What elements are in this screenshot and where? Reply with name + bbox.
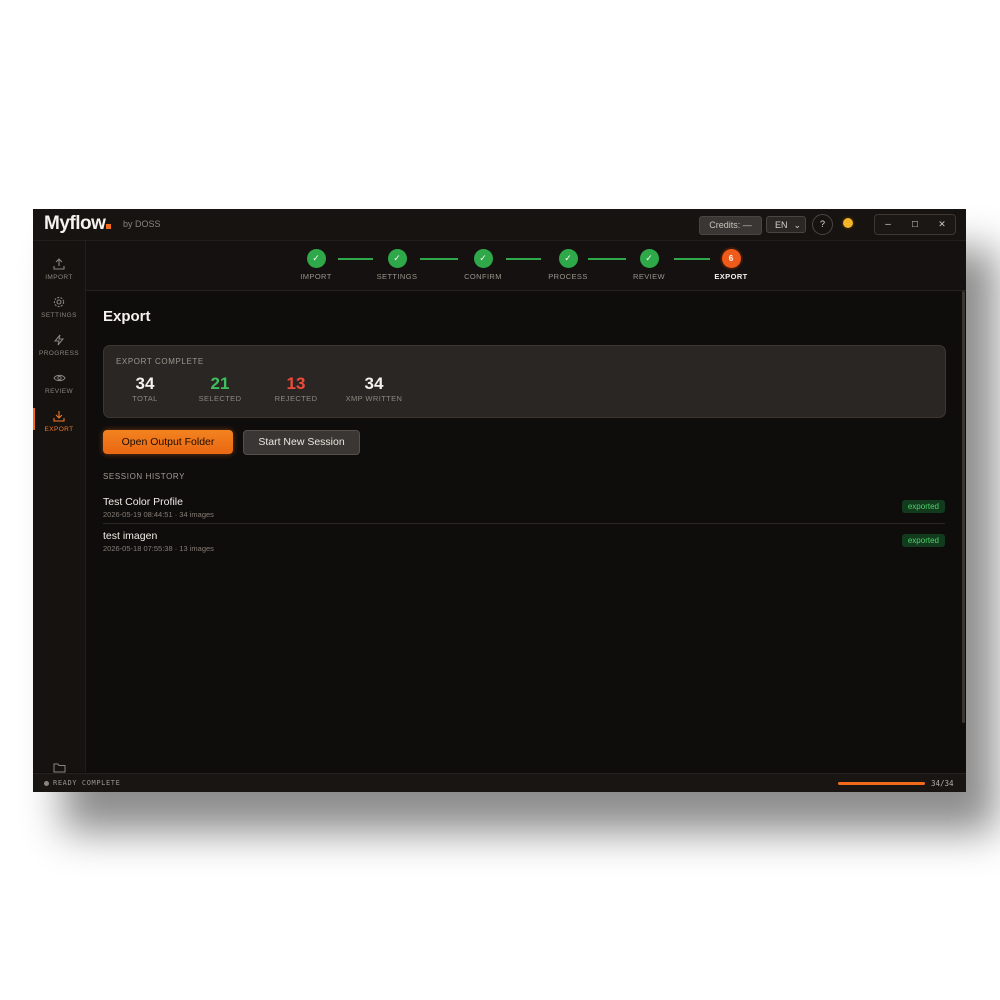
status-badge: exported	[901, 500, 945, 513]
app-byline: by DOSS	[123, 219, 161, 229]
status-dot-icon	[44, 781, 49, 786]
session-meta: 2026-05-19 08:44:51 · 34 images	[103, 510, 214, 519]
session-row[interactable]: Test Color Profile 2026-05-19 08:44:51 ·…	[103, 496, 945, 529]
main-content: Export EXPORT COMPLETE 34 TOTAL 21 SELEC…	[86, 291, 962, 772]
title-bar: Myflow by DOSS Credits: — EN ⌄ ? – ☐ ✕	[33, 209, 966, 241]
sidebar-item-label: IMPORT	[45, 274, 73, 281]
stat-rejected: 13 REJECTED	[266, 374, 326, 403]
app-window: Myflow by DOSS Credits: — EN ⌄ ? – ☐ ✕ IM…	[33, 209, 966, 792]
summary-title: EXPORT COMPLETE	[116, 357, 204, 366]
step-label: PROCESS	[548, 272, 588, 281]
language-value: EN	[775, 220, 788, 230]
sidebar-item-import[interactable]: IMPORT	[33, 258, 85, 281]
bolt-icon	[33, 334, 85, 348]
maximize-button[interactable]: ☐	[902, 215, 928, 234]
stat-value: 21	[210, 374, 230, 393]
stat-value: 34	[364, 374, 384, 393]
eye-icon	[33, 372, 85, 386]
download-icon	[33, 410, 85, 424]
gear-icon	[33, 296, 85, 310]
credits-button[interactable]: Credits: —	[699, 216, 762, 235]
logo-dot	[106, 224, 112, 229]
chevron-down-icon: ⌄	[793, 220, 801, 230]
step-label: EXPORT	[714, 272, 748, 281]
main-scrollbar[interactable]	[962, 291, 965, 723]
sidebar-item-settings[interactable]: SETTINGS	[33, 296, 85, 319]
step-label: CONFIRM	[464, 272, 502, 281]
stat-total: 34 TOTAL	[115, 374, 175, 403]
stat-label: REJECTED	[274, 394, 318, 403]
sidebar-item-progress[interactable]: PROGRESS	[33, 334, 85, 357]
session-name: Test Color Profile	[103, 496, 183, 508]
stat-value: 13	[286, 374, 306, 393]
app-logo: Myflow	[44, 213, 112, 235]
session-name: test imagen	[103, 530, 158, 542]
check-icon: ✓	[639, 249, 659, 268]
language-select[interactable]: EN ⌄	[766, 216, 806, 233]
step-import[interactable]: ✓ IMPORT	[276, 249, 356, 281]
sidebar-item-label: SETTINGS	[41, 312, 77, 319]
workflow-stepper: ✓ IMPORT ✓ SETTINGS ✓ CONFIRM ✓ PROCESS …	[86, 241, 966, 291]
progress-fill	[838, 782, 925, 785]
step-label: REVIEW	[633, 272, 665, 281]
check-icon: ✓	[558, 249, 578, 268]
page-title: Export	[103, 308, 151, 325]
step-label: SETTINGS	[376, 272, 418, 281]
window-controls: – ☐ ✕	[874, 214, 956, 235]
app-name: Myflow	[44, 213, 106, 234]
stat-label: XMP WRITTEN	[345, 394, 403, 403]
start-new-session-button[interactable]: Start New Session	[243, 430, 360, 455]
stat-label: SELECTED	[198, 394, 242, 403]
theme-toggle-sun-icon[interactable]	[843, 218, 853, 228]
step-number: 6	[721, 249, 741, 268]
step-settings[interactable]: ✓ SETTINGS	[357, 249, 437, 281]
progress-count: 34/34	[931, 779, 954, 788]
sidebar-item-export[interactable]: EXPORT	[33, 408, 85, 433]
check-icon: ✓	[387, 249, 407, 268]
session-history-title: SESSION HISTORY	[103, 472, 186, 481]
step-process[interactable]: ✓ PROCESS	[528, 249, 608, 281]
check-icon: ✓	[473, 249, 493, 268]
step-review[interactable]: ✓ REVIEW	[609, 249, 689, 281]
step-label: IMPORT	[300, 272, 332, 281]
close-button[interactable]: ✕	[929, 215, 955, 234]
export-summary-card: EXPORT COMPLETE 34 TOTAL 21 SELECTED 13 …	[103, 345, 946, 418]
step-confirm[interactable]: ✓ CONFIRM	[443, 249, 523, 281]
sidebar-item-label: REVIEW	[44, 388, 74, 395]
sidebar-item-label: PROGRESS	[38, 350, 80, 357]
session-row[interactable]: test imagen 2026-05-18 07:55:38 · 13 ima…	[103, 530, 945, 563]
check-icon: ✓	[306, 249, 326, 268]
row-divider	[103, 523, 945, 524]
stat-label: TOTAL	[132, 394, 158, 403]
help-button[interactable]: ?	[812, 214, 833, 235]
open-output-folder-button[interactable]: Open Output Folder	[103, 430, 233, 454]
upload-icon	[33, 258, 85, 272]
stat-value: 34	[135, 374, 155, 393]
status-badge: exported	[901, 534, 945, 547]
status-bar: READY COMPLETE 34/34	[33, 773, 966, 792]
stat-selected: 21 SELECTED	[190, 374, 250, 403]
export-progress-bar	[838, 782, 925, 785]
stat-xmp-written: 34 XMP WRITTEN	[339, 374, 409, 403]
status-text: READY COMPLETE	[53, 779, 121, 787]
sidebar: IMPORT SETTINGS PROGRESS REVIEW EXPORT 1	[33, 241, 86, 783]
sidebar-item-label: EXPORT	[44, 426, 74, 433]
step-export[interactable]: 6 EXPORT	[691, 249, 771, 281]
session-meta: 2026-05-18 07:55:38 · 13 images	[103, 544, 214, 553]
folder-icon	[33, 760, 85, 774]
minimize-button[interactable]: –	[875, 215, 901, 234]
sidebar-item-review[interactable]: REVIEW	[33, 372, 85, 395]
